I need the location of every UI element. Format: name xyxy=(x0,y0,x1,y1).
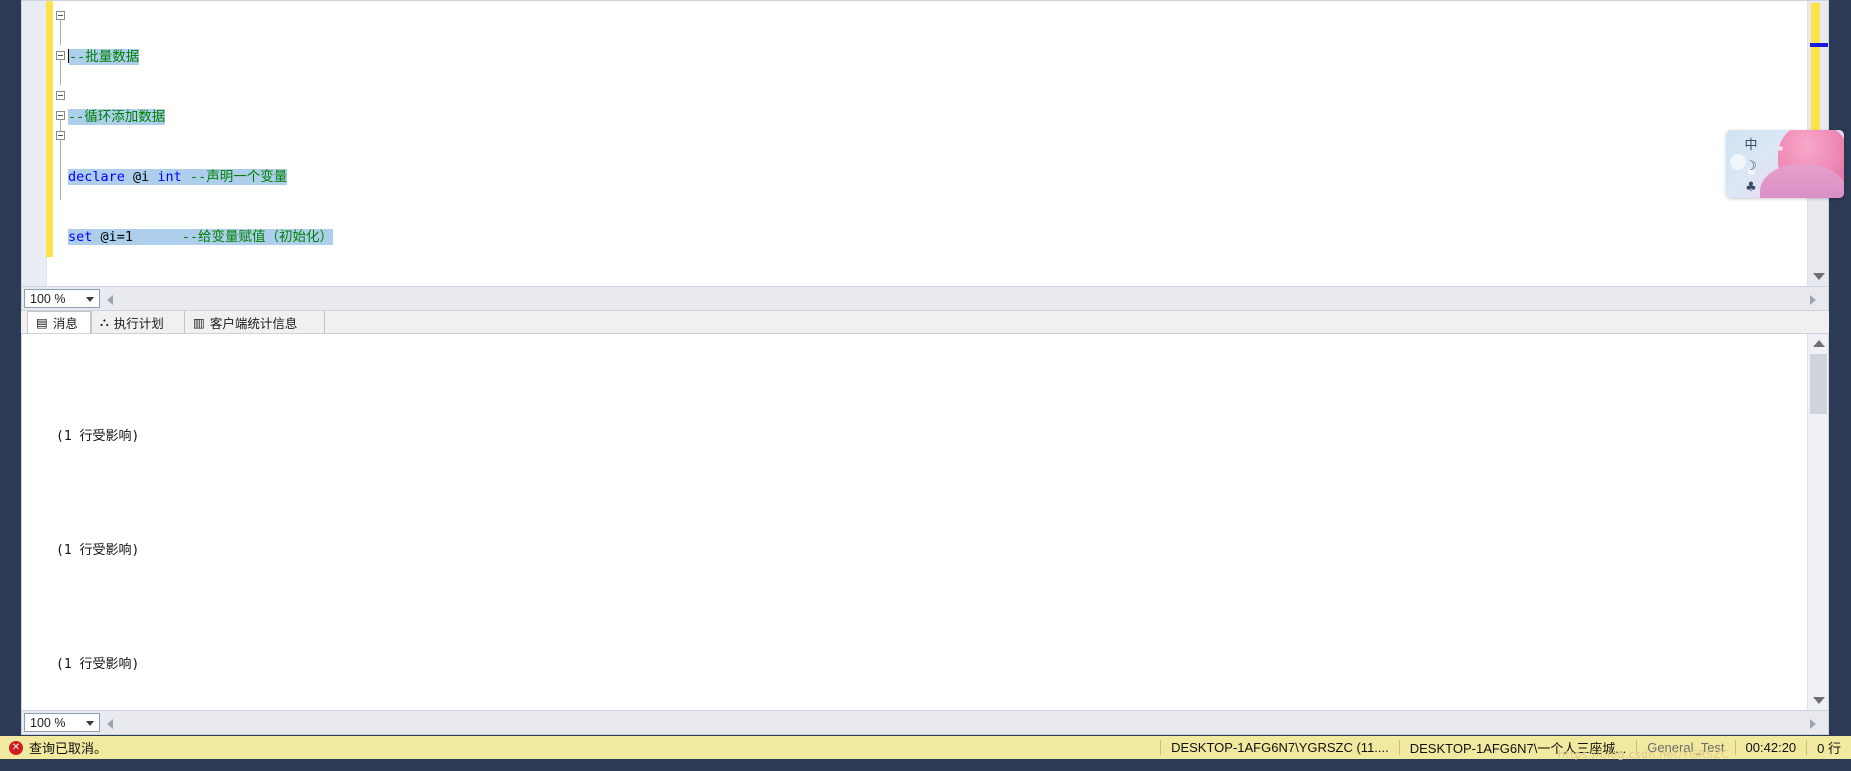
status-bar: ✕ 查询已取消。 DESKTOP-1AFG6N7\YGRSZC (11.... … xyxy=(0,736,1851,759)
message-row: (1 行受影响) xyxy=(56,429,140,444)
code-line: set @i=1 --给变量赋值（初始化） xyxy=(68,229,334,245)
ime-icon-column[interactable]: 中 ☽ ♣ xyxy=(1738,135,1764,198)
tab-messages-label: 消息 xyxy=(52,317,78,331)
messages-zoom-strip: 100 % xyxy=(21,711,1829,735)
status-row-count: 0 行 xyxy=(1806,740,1851,756)
code-line: declare @i int --声明一个变量 xyxy=(68,169,288,185)
editor-zoom-value: 100 % xyxy=(30,291,66,306)
status-elapsed-time: 00:42:20 xyxy=(1734,740,1807,755)
ime-floating-widget[interactable]: 中 ☽ ♣ xyxy=(1726,130,1844,198)
scroll-right-arrow-icon[interactable] xyxy=(1810,719,1816,729)
left-chrome-rail xyxy=(0,0,21,771)
ssms-window: --批量数据 --循环添加数据 declare @i int --声明一个变量 … xyxy=(0,0,1851,771)
code-line: --批量数据 xyxy=(68,47,1806,67)
message-grid-icon: ▤ xyxy=(36,316,48,330)
chevron-up-icon[interactable] xyxy=(1813,340,1825,347)
scroll-right-arrow-icon[interactable] xyxy=(1810,295,1816,305)
messages-zoom-select[interactable]: 100 % xyxy=(24,713,100,732)
fold-guide-line xyxy=(60,140,61,200)
bottom-chrome-strip xyxy=(0,759,1851,771)
ime-moon-icon[interactable]: ☽ xyxy=(1738,156,1764,177)
chevron-down-icon[interactable] xyxy=(1813,273,1825,280)
editor-zoom-strip: 100 % xyxy=(21,287,1829,311)
code-line: --循环添加数据 xyxy=(68,107,1806,127)
editor-fold-column[interactable] xyxy=(53,1,69,261)
fold-toggle-icon[interactable] xyxy=(56,91,65,100)
error-circle-icon: ✕ xyxy=(9,740,23,755)
messages-list: (1 行受影响) (1 行受影响) (1 行受影响) (1 行受影响) (1 行… xyxy=(56,342,1806,710)
editor-change-bar xyxy=(46,1,53,257)
decorative-bubble xyxy=(1778,146,1783,151)
tab-client-statistics[interactable]: ▥ 客户端统计信息 xyxy=(185,311,325,333)
client-statistics-icon: ▥ xyxy=(193,315,205,330)
chevron-down-icon[interactable] xyxy=(86,297,94,302)
chevron-down-icon[interactable] xyxy=(1813,697,1825,704)
messages-pane[interactable]: (1 行受影响) (1 行受影响) (1 行受影响) (1 行受影响) (1 行… xyxy=(21,333,1829,711)
editor-caret-marker xyxy=(1810,43,1828,47)
ime-mode-label[interactable]: 中 xyxy=(1738,135,1764,156)
editor-zoom-select[interactable]: 100 % xyxy=(24,289,100,308)
message-row: (1 行受影响) xyxy=(56,543,140,558)
code-line-text: --循环添加数据 xyxy=(68,109,166,125)
fold-toggle-icon[interactable] xyxy=(56,131,65,140)
messages-zoom-value: 100 % xyxy=(30,715,66,730)
tab-client-statistics-label: 客户端统计信息 xyxy=(209,316,298,331)
tab-execution-plan[interactable]: ⛬ 执行计划 xyxy=(91,311,185,333)
results-tab-bar[interactable]: ▤ 消息 ⛬ 执行计划 ▥ 客户端统计信息 xyxy=(21,311,1829,333)
message-row: (1 行受影响) xyxy=(56,657,140,672)
fold-toggle-icon[interactable] xyxy=(56,11,65,20)
scrollbar-thumb[interactable] xyxy=(1810,354,1827,414)
fold-toggle-icon[interactable] xyxy=(56,51,65,60)
fold-guide-line xyxy=(60,20,61,45)
execution-plan-icon: ⛬ xyxy=(100,314,109,329)
sql-editor-pane[interactable]: --批量数据 --循环添加数据 declare @i int --声明一个变量 … xyxy=(21,0,1829,665)
messages-vertical-scrollbar[interactable] xyxy=(1807,334,1828,710)
code-line-text: --批量数据 xyxy=(69,49,140,65)
status-user: DESKTOP-1AFG6N7\一个人三座城... xyxy=(1398,740,1636,756)
fold-guide-line xyxy=(60,60,61,85)
status-server: DESKTOP-1AFG6N7\YGRSZC (11.... xyxy=(1160,740,1399,755)
editor-line-number-gutter xyxy=(22,1,47,286)
ime-tray-icon[interactable]: ♣ xyxy=(1738,177,1764,198)
fold-toggle-icon[interactable] xyxy=(56,111,65,120)
tab-messages[interactable]: ▤ 消息 xyxy=(27,311,91,333)
scroll-left-arrow-icon[interactable] xyxy=(107,719,113,729)
chevron-down-icon[interactable] xyxy=(86,721,94,726)
tab-execution-plan-label: 执行计划 xyxy=(113,316,164,331)
status-message: 查询已取消。 xyxy=(29,741,108,756)
scroll-left-arrow-icon[interactable] xyxy=(107,295,113,305)
status-database: General_Test xyxy=(1636,740,1734,755)
